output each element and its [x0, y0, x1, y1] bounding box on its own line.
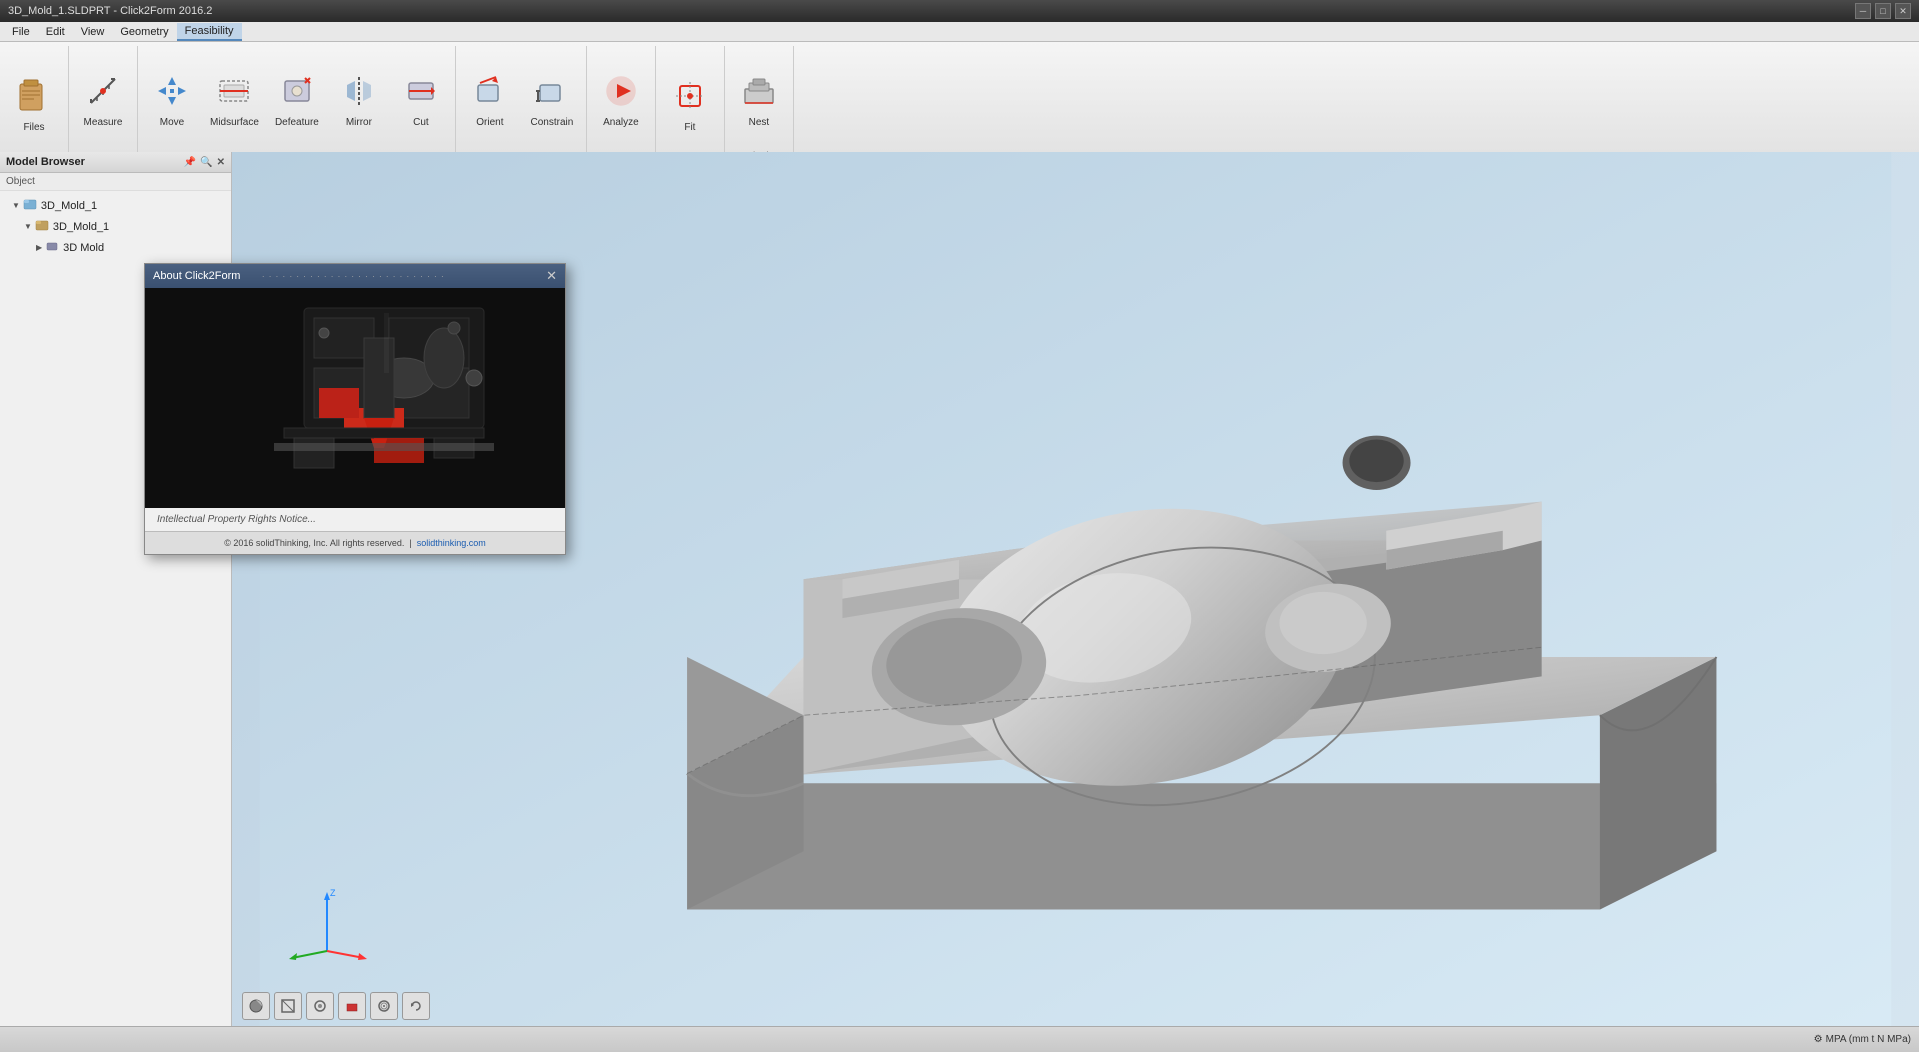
status-bar: ⚙ MPA (mm t N MPa)	[0, 1026, 1919, 1052]
menu-bar: File Edit View Geometry Feasibility	[0, 22, 1919, 42]
mirror-icon	[335, 67, 383, 115]
about-splash: CLICK2FORM™ solidThinking 2016.2 Release	[145, 288, 565, 508]
menu-geometry[interactable]: Geometry	[112, 24, 176, 40]
model-browser-header: Model Browser 📌 🔍 ✕	[0, 152, 231, 173]
cut-icon	[397, 67, 445, 115]
constrain-button[interactable]: Constrain	[522, 63, 582, 133]
orient-button[interactable]: Orient	[460, 63, 520, 133]
about-dialog-title: About Click2Form · · · · · · · · · · · ·…	[145, 264, 565, 288]
defeature-icon	[273, 67, 321, 115]
fit-button[interactable]: Fit	[660, 68, 720, 138]
analyze-icon	[597, 67, 645, 115]
axes-indicator: Z	[282, 886, 372, 966]
files-button[interactable]: Files	[4, 68, 64, 138]
files-icon	[10, 72, 58, 120]
minimize-button[interactable]: ─	[1855, 3, 1871, 19]
model-browser-title: Model Browser	[6, 156, 85, 168]
about-footer: © 2016 solidThinking, Inc. All rights re…	[145, 531, 565, 554]
close-button[interactable]: ✕	[1895, 3, 1911, 19]
maximize-button[interactable]: □	[1875, 3, 1891, 19]
mirror-label: Mirror	[346, 117, 372, 129]
status-units: ⚙ MPA (mm t N MPa)	[1814, 1034, 1911, 1045]
cut-button[interactable]: Cut	[391, 63, 451, 133]
midsurface-icon	[210, 67, 258, 115]
mirror-button[interactable]: Mirror	[329, 63, 389, 133]
pin-button[interactable]: 📌	[184, 157, 196, 168]
orient-icon	[466, 67, 514, 115]
fit-label: Fit	[684, 122, 695, 134]
viewport-btn-5[interactable]	[370, 992, 398, 1020]
nest-icon	[735, 67, 783, 115]
toolbar-section-home: Measure Home	[69, 46, 138, 166]
toolbar-section-setup: Orient Constrain Setup	[456, 46, 587, 166]
nest-label: Nest	[749, 117, 770, 129]
menu-edit[interactable]: Edit	[38, 24, 73, 40]
analyze-label: Analyze	[603, 117, 639, 129]
defeature-button[interactable]: Defeature	[267, 63, 327, 133]
viewport-btn-4[interactable]	[338, 992, 366, 1020]
midsurface-button[interactable]: Midsurface	[204, 63, 265, 133]
tree-label-3dmold: 3D Mold	[63, 242, 104, 254]
about-dialog: About Click2Form · · · · · · · · · · · ·…	[144, 263, 566, 555]
measure-label: Measure	[84, 117, 123, 129]
tree-label-mold1-top: 3D_Mold_1	[41, 200, 97, 212]
fit-icon	[666, 72, 714, 120]
tree-label-mold1-nested: 3D_Mold_1	[53, 221, 109, 233]
analyze-button[interactable]: Analyze	[591, 63, 651, 133]
viewport-btn-6[interactable]	[402, 992, 430, 1020]
title-bar-controls: ─ □ ✕	[1855, 3, 1911, 19]
viewport-bottom-buttons	[242, 992, 430, 1020]
status-units-text: MPA (mm t N MPa)	[1826, 1034, 1911, 1045]
ipr-notice: Intellectual Property Rights Notice...	[145, 508, 565, 531]
object-label: Object	[0, 173, 231, 191]
move-button[interactable]: Move	[142, 63, 202, 133]
search-button[interactable]: 🔍	[200, 157, 212, 168]
toolbar-section-run: Analyze Run	[587, 46, 656, 166]
toolbar-section-fit: Fit	[656, 46, 725, 166]
files-label: Files	[23, 122, 44, 134]
defeature-label: Defeature	[275, 117, 319, 129]
constrain-label: Constrain	[531, 117, 574, 129]
title-bar-text: 3D_Mold_1.SLDPRT - Click2Form 2016.2	[8, 5, 212, 17]
svg-text:Z: Z	[330, 888, 336, 898]
about-dialog-body: CLICK2FORM™ solidThinking 2016.2 Release…	[145, 288, 565, 554]
status-units-icon: ⚙	[1814, 1034, 1823, 1045]
tree-item-3dmold[interactable]: ▶ 3D Mold	[4, 237, 227, 258]
about-dialog-title-text: About Click2Form	[153, 270, 240, 282]
viewport-btn-1[interactable]	[242, 992, 270, 1020]
orient-label: Orient	[476, 117, 503, 129]
move-icon	[148, 67, 196, 115]
measure-button[interactable]: Measure	[73, 63, 133, 133]
menu-feasibility[interactable]: Feasibility	[177, 23, 242, 41]
cut-label: Cut	[413, 117, 429, 129]
viewport-btn-2[interactable]	[274, 992, 302, 1020]
title-bar: 3D_Mold_1.SLDPRT - Click2Form 2016.2 ─ □…	[0, 0, 1919, 22]
menu-view[interactable]: View	[73, 24, 113, 40]
constrain-icon	[528, 67, 576, 115]
measure-icon	[79, 67, 127, 115]
midsurface-label: Midsurface	[210, 117, 259, 129]
about-website-link[interactable]: solidthinking.com	[417, 538, 486, 548]
toolbar-section-prepare: Move Midsurface	[138, 46, 456, 166]
toolbar-section-blank: Nest Blank	[725, 46, 794, 166]
tree-item-mold1-top[interactable]: ▼ 3D_Mold_1	[4, 195, 227, 216]
nest-button[interactable]: Nest	[729, 63, 789, 133]
about-close-button[interactable]: ✕	[546, 268, 557, 284]
about-copyright: © 2016 solidThinking, Inc. All rights re…	[224, 538, 404, 548]
close-panel-button[interactable]: ✕	[217, 157, 225, 168]
move-label: Move	[160, 117, 184, 129]
toolbar-section-files: Files	[0, 46, 69, 166]
tree-item-mold1-nested[interactable]: ▼ 3D_Mold_1	[4, 216, 227, 237]
viewport-btn-3[interactable]	[306, 992, 334, 1020]
ipr-notice-text: Intellectual Property Rights Notice...	[157, 514, 316, 525]
menu-file[interactable]: File	[4, 24, 38, 40]
